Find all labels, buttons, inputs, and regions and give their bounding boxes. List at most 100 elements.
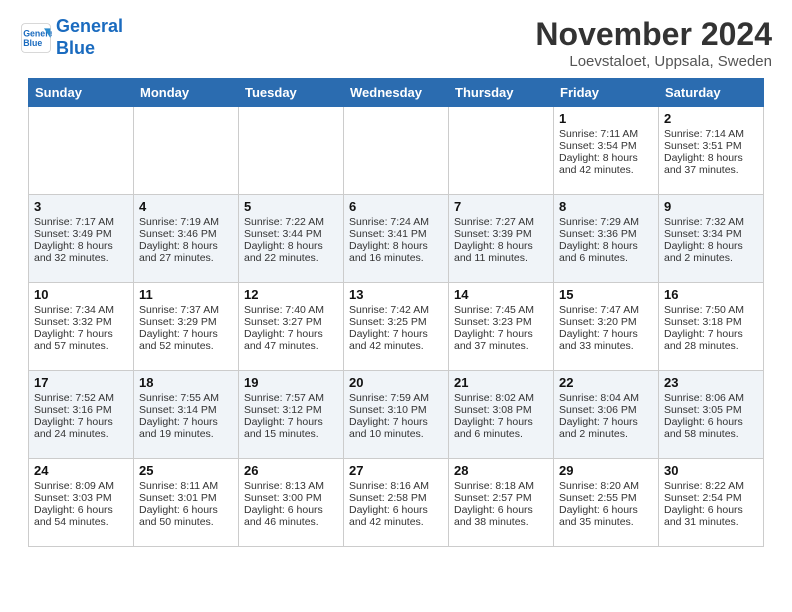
header-wednesday: Wednesday bbox=[344, 79, 449, 107]
day-info: Sunset: 3:49 PM bbox=[34, 228, 128, 240]
day-number: 16 bbox=[664, 287, 758, 302]
day-info: Sunset: 3:51 PM bbox=[664, 140, 758, 152]
day-info: Sunrise: 7:50 AM bbox=[664, 304, 758, 316]
day-info: Daylight: 6 hours and 50 minutes. bbox=[139, 504, 233, 528]
day-info: Sunrise: 7:52 AM bbox=[34, 392, 128, 404]
day-number: 21 bbox=[454, 375, 548, 390]
table-row bbox=[344, 107, 449, 195]
day-info: Sunrise: 8:16 AM bbox=[349, 480, 443, 492]
table-row: 24Sunrise: 8:09 AMSunset: 3:03 PMDayligh… bbox=[29, 459, 134, 547]
table-row: 12Sunrise: 7:40 AMSunset: 3:27 PMDayligh… bbox=[239, 283, 344, 371]
day-number: 7 bbox=[454, 199, 548, 214]
month-year: November 2024 bbox=[535, 16, 772, 53]
day-number: 28 bbox=[454, 463, 548, 478]
day-info: Sunset: 3:27 PM bbox=[244, 316, 338, 328]
table-row: 17Sunrise: 7:52 AMSunset: 3:16 PMDayligh… bbox=[29, 371, 134, 459]
table-row bbox=[134, 107, 239, 195]
day-info: Daylight: 7 hours and 6 minutes. bbox=[454, 416, 548, 440]
day-number: 26 bbox=[244, 463, 338, 478]
day-info: Daylight: 6 hours and 58 minutes. bbox=[664, 416, 758, 440]
day-info: Sunrise: 7:27 AM bbox=[454, 216, 548, 228]
logo: General Blue General Blue bbox=[20, 16, 123, 59]
table-row: 10Sunrise: 7:34 AMSunset: 3:32 PMDayligh… bbox=[29, 283, 134, 371]
weekday-header-row: Sunday Monday Tuesday Wednesday Thursday… bbox=[29, 79, 764, 107]
day-info: Sunset: 3:00 PM bbox=[244, 492, 338, 504]
day-info: Sunset: 2:55 PM bbox=[559, 492, 653, 504]
table-row: 14Sunrise: 7:45 AMSunset: 3:23 PMDayligh… bbox=[449, 283, 554, 371]
table-row: 21 Sunrise: 8:02 AMSunset: 3:08 PMDayligh… bbox=[449, 371, 554, 459]
day-info: Daylight: 7 hours and 28 minutes. bbox=[664, 328, 758, 352]
day-number: 2 bbox=[664, 111, 758, 126]
day-info: Daylight: 7 hours and 42 minutes. bbox=[349, 328, 443, 352]
calendar-week-row: 24Sunrise: 8:09 AMSunset: 3:03 PMDayligh… bbox=[29, 459, 764, 547]
table-row: 22Sunrise: 8:04 AMSunset: 3:06 PMDayligh… bbox=[554, 371, 659, 459]
logo-icon: General Blue bbox=[20, 22, 52, 54]
day-info: Sunrise: 7:55 AM bbox=[139, 392, 233, 404]
table-row: 4Sunrise: 7:19 AMSunset: 3:46 PMDaylight… bbox=[134, 195, 239, 283]
day-info: Sunset: 3:18 PM bbox=[664, 316, 758, 328]
day-info: Sunrise: 7:45 AM bbox=[454, 304, 548, 316]
day-info: Sunrise: 8:06 AM bbox=[664, 392, 758, 404]
day-info: Sunset: 3:34 PM bbox=[664, 228, 758, 240]
day-info: Sunset: 3:39 PM bbox=[454, 228, 548, 240]
day-info: Sunset: 2:54 PM bbox=[664, 492, 758, 504]
day-info: Sunrise: 8:20 AM bbox=[559, 480, 653, 492]
logo-text: General Blue bbox=[56, 16, 123, 59]
table-row: 25Sunrise: 8:11 AMSunset: 3:01 PMDayligh… bbox=[134, 459, 239, 547]
day-number: 18 bbox=[139, 375, 233, 390]
day-info: Sunrise: 7:37 AM bbox=[139, 304, 233, 316]
table-row: 13Sunrise: 7:42 AMSunset: 3:25 PMDayligh… bbox=[344, 283, 449, 371]
day-info: Sunrise: 8:04 AM bbox=[559, 392, 653, 404]
day-number: 20 bbox=[349, 375, 443, 390]
header-tuesday: Tuesday bbox=[239, 79, 344, 107]
day-info: Sunrise: 7:17 AM bbox=[34, 216, 128, 228]
day-info: Sunset: 3:54 PM bbox=[559, 140, 653, 152]
day-number: 1 bbox=[559, 111, 653, 126]
day-number: 17 bbox=[34, 375, 128, 390]
table-row: 23Sunrise: 8:06 AMSunset: 3:05 PMDayligh… bbox=[659, 371, 764, 459]
day-number: 9 bbox=[664, 199, 758, 214]
day-info: Daylight: 7 hours and 37 minutes. bbox=[454, 328, 548, 352]
day-number: 19 bbox=[244, 375, 338, 390]
table-row: 26Sunrise: 8:13 AMSunset: 3:00 PMDayligh… bbox=[239, 459, 344, 547]
day-info: Sunset: 3:08 PM bbox=[454, 404, 548, 416]
day-info: Sunset: 3:25 PM bbox=[349, 316, 443, 328]
day-number: 27 bbox=[349, 463, 443, 478]
day-info: Sunrise: 7:42 AM bbox=[349, 304, 443, 316]
day-info: Daylight: 7 hours and 2 minutes. bbox=[559, 416, 653, 440]
day-info: Daylight: 8 hours and 16 minutes. bbox=[349, 240, 443, 264]
day-number: 3 bbox=[34, 199, 128, 214]
day-info: Daylight: 7 hours and 24 minutes. bbox=[34, 416, 128, 440]
day-info: Sunrise: 8:11 AM bbox=[139, 480, 233, 492]
day-info: Daylight: 6 hours and 31 minutes. bbox=[664, 504, 758, 528]
day-info: Sunset: 3:14 PM bbox=[139, 404, 233, 416]
day-info: Sunrise: 7:29 AM bbox=[559, 216, 653, 228]
table-row: 27Sunrise: 8:16 AMSunset: 2:58 PMDayligh… bbox=[344, 459, 449, 547]
day-info: Daylight: 7 hours and 47 minutes. bbox=[244, 328, 338, 352]
table-row: 28Sunrise: 8:18 AMSunset: 2:57 PMDayligh… bbox=[449, 459, 554, 547]
table-row: 1Sunrise: 7:11 AMSunset: 3:54 PMDaylight… bbox=[554, 107, 659, 195]
table-row bbox=[239, 107, 344, 195]
day-info: Sunset: 3:20 PM bbox=[559, 316, 653, 328]
day-info: Sunrise: 8:02 AM bbox=[454, 392, 548, 404]
day-info: Sunset: 3:06 PM bbox=[559, 404, 653, 416]
table-row: 30Sunrise: 8:22 AMSunset: 2:54 PMDayligh… bbox=[659, 459, 764, 547]
table-row: 16 Sunrise: 7:50 AMSunset: 3:18 PMDayligh… bbox=[659, 283, 764, 371]
header-friday: Friday bbox=[554, 79, 659, 107]
calendar-week-row: 10Sunrise: 7:34 AMSunset: 3:32 PMDayligh… bbox=[29, 283, 764, 371]
day-number: 5 bbox=[244, 199, 338, 214]
day-info: Daylight: 8 hours and 6 minutes. bbox=[559, 240, 653, 264]
table-row: 19Sunrise: 7:57 AMSunset: 3:12 PMDayligh… bbox=[239, 371, 344, 459]
day-number: 6 bbox=[349, 199, 443, 214]
day-info: Daylight: 7 hours and 19 minutes. bbox=[139, 416, 233, 440]
day-info: Sunset: 3:12 PM bbox=[244, 404, 338, 416]
table-row bbox=[449, 107, 554, 195]
calendar-table: Sunday Monday Tuesday Wednesday Thursday… bbox=[28, 78, 764, 547]
calendar-week-row: 17Sunrise: 7:52 AMSunset: 3:16 PMDayligh… bbox=[29, 371, 764, 459]
day-info: Daylight: 8 hours and 2 minutes. bbox=[664, 240, 758, 264]
day-info: Sunrise: 7:22 AM bbox=[244, 216, 338, 228]
table-row: 11Sunrise: 7:37 AMSunset: 3:29 PMDayligh… bbox=[134, 283, 239, 371]
day-info: Sunrise: 7:47 AM bbox=[559, 304, 653, 316]
day-number: 25 bbox=[139, 463, 233, 478]
day-info: Sunrise: 7:24 AM bbox=[349, 216, 443, 228]
